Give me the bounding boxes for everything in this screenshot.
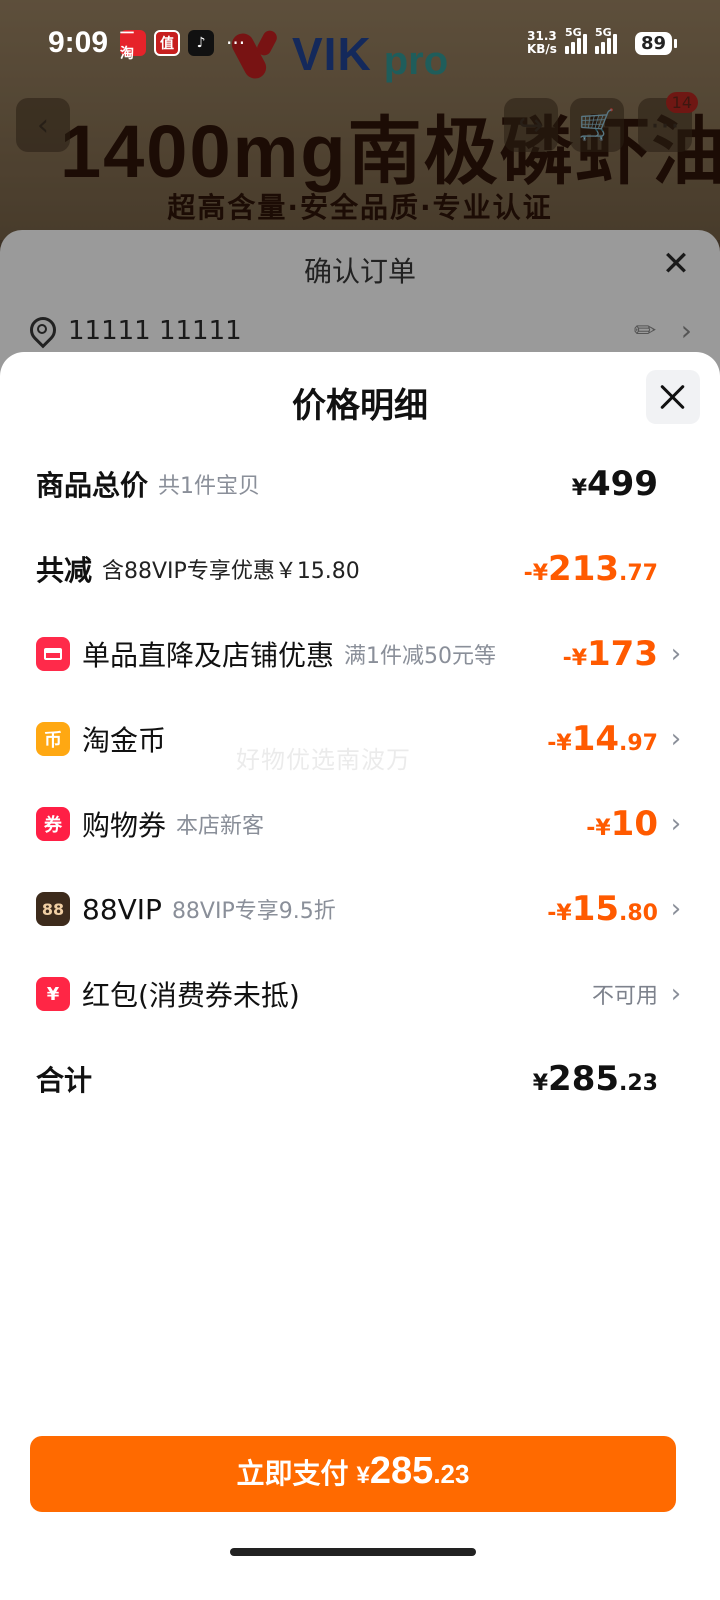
taobao-icon: 一淘 (120, 26, 147, 62)
close-icon (659, 383, 687, 411)
row-label: 合计 (36, 1064, 93, 1097)
row-amount: -¥ 173 › (563, 634, 684, 674)
douyin-icon: ♪ (188, 30, 215, 56)
pay-button-label: 立即支付 (236, 1458, 349, 1489)
row-subtext: 满1件减50元等 (344, 644, 497, 669)
network-type-label: 5G (564, 26, 582, 39)
amount-sign: -¥ (523, 561, 549, 586)
amount-sign: -¥ (562, 646, 588, 671)
chevron-right-icon: › (670, 809, 682, 839)
row-amount: -¥ 15 .80 › (547, 889, 684, 929)
price-detail-close-button[interactable] (646, 370, 700, 424)
amount-decimal: .97 (619, 731, 658, 756)
row-label: 红包(消费券未抵) (82, 979, 300, 1012)
red-packet-icon: ¥ (36, 977, 70, 1011)
status-right: 31.3 KB/s 5G 5G 89 (527, 26, 678, 56)
confirm-order-close-button[interactable]: ✕ (656, 244, 696, 284)
row-label: 单品直降及店铺优惠 (82, 639, 335, 672)
amount-sign: -¥ (547, 731, 572, 756)
row-label: 商品总价 (36, 469, 149, 502)
network-speed: 31.3 KB/s (527, 30, 557, 56)
coupon-icon: 券 (36, 807, 70, 841)
row-subtext: 本店新客 (176, 814, 265, 839)
row-status: 不可用 › (592, 978, 684, 1010)
status-time: 9:09 (48, 26, 109, 59)
row-88vip[interactable]: 88 88VIP 88VIP专享9.5折 -¥ 15 .80 › (36, 879, 684, 939)
amount-integer: 285 (548, 1059, 620, 1099)
row-label: 共减 (36, 554, 93, 587)
amount-sign: -¥ (586, 816, 611, 841)
shipping-address-row[interactable]: 11111 11111 ✎ › (28, 312, 692, 349)
row-amount: -¥ 14 .97 › (547, 719, 684, 759)
row-label: 淘金币 (82, 724, 167, 757)
88vip-icon: 88 (36, 892, 70, 926)
chevron-right-icon: › (670, 979, 682, 1009)
row-subtext: 88VIP专享9.5折 (171, 899, 336, 924)
store-icon (36, 637, 70, 671)
chevron-right-icon: › (670, 894, 682, 924)
network-type-label: 5G (594, 26, 612, 39)
unavailable-text: 不可用 (591, 984, 658, 1009)
amount-sign: -¥ (547, 901, 572, 926)
amount-decimal: .80 (619, 901, 658, 926)
battery-level: 89 (634, 31, 678, 55)
network-speed-unit: KB/s (526, 42, 557, 56)
row-total-goods-price: 商品总价 共1件宝贝 ¥ 499 › (36, 454, 684, 514)
amount-integer: 173 (587, 634, 658, 674)
chevron-right-icon: › (670, 639, 682, 669)
notification-overflow: ··· (226, 31, 246, 55)
smzdm-icon: 值 (154, 30, 181, 56)
location-pin-icon (28, 316, 54, 346)
row-label: 88VIP (82, 892, 162, 926)
row-store-discount[interactable]: 单品直降及店铺优惠 满1件减50元等 -¥ 173 › (36, 624, 684, 684)
price-detail-sheet: 价格明细 商品总价 共1件宝贝 ¥ 499 › 共减 含88VIP专享优惠￥15… (0, 352, 720, 1600)
amount-integer: 213 (548, 549, 620, 589)
amount-decimal: .23 (619, 1071, 658, 1096)
row-subtext: 共1件宝贝 (158, 474, 261, 499)
close-icon: ✕ (661, 244, 691, 284)
row-amount: -¥ 213 .77 › (524, 549, 684, 589)
amount-decimal: .77 (619, 561, 658, 586)
row-grand-total: 合计 ¥ 285 .23 › (36, 1049, 684, 1109)
row-shopping-coupon[interactable]: 券 购物券 本店新客 -¥ 10 › (36, 794, 684, 854)
pay-amount-integer: 285 (369, 1450, 434, 1492)
row-total-discount: 共减 含88VIP专享优惠￥15.80 -¥ 213 .77 › (36, 539, 684, 599)
pay-now-button[interactable]: 立即支付 ¥ 285 .23 (30, 1436, 676, 1512)
row-label: 购物券 (82, 809, 167, 842)
row-subtext: 含88VIP专享优惠￥15.80 (102, 559, 360, 584)
confirm-order-title: 确认订单 (303, 255, 416, 288)
amount-integer: 10 (610, 804, 658, 844)
row-amount: ¥ 285 .23 › (533, 1059, 684, 1099)
amount-integer: 14 (571, 719, 620, 759)
signal-strength-1: 5G (564, 26, 587, 54)
chevron-right-icon: › (680, 314, 692, 347)
signal-strength-2: 5G (594, 26, 617, 54)
watermark-text: 好物优选南波万 (236, 746, 411, 774)
row-amount: -¥ 10 › (586, 804, 684, 844)
price-detail-title: 价格明细 (292, 386, 428, 426)
amount-integer: 15 (571, 889, 620, 929)
edit-pencil-icon[interactable]: ✎ (628, 312, 665, 349)
row-amount: ¥ 499 › (572, 464, 684, 504)
amount-sign: ¥ (532, 1071, 549, 1096)
amount-sign: ¥ (571, 476, 588, 501)
gold-coin-icon: 币 (36, 722, 70, 756)
chevron-right-icon: › (670, 724, 682, 754)
home-indicator[interactable] (230, 1548, 476, 1556)
pay-amount-sign: ¥ (356, 1462, 370, 1489)
pay-amount-decimal: .23 (433, 1459, 470, 1489)
amount-integer: 499 (587, 464, 658, 504)
shipping-address-text: 11111 11111 (68, 315, 242, 346)
status-bar: 9:09 一淘 值 ♪ ··· 31.3 KB/s 5G 5G 89 (0, 0, 720, 86)
row-red-packet[interactable]: ¥ 红包(消费券未抵) 不可用 › (36, 964, 684, 1024)
